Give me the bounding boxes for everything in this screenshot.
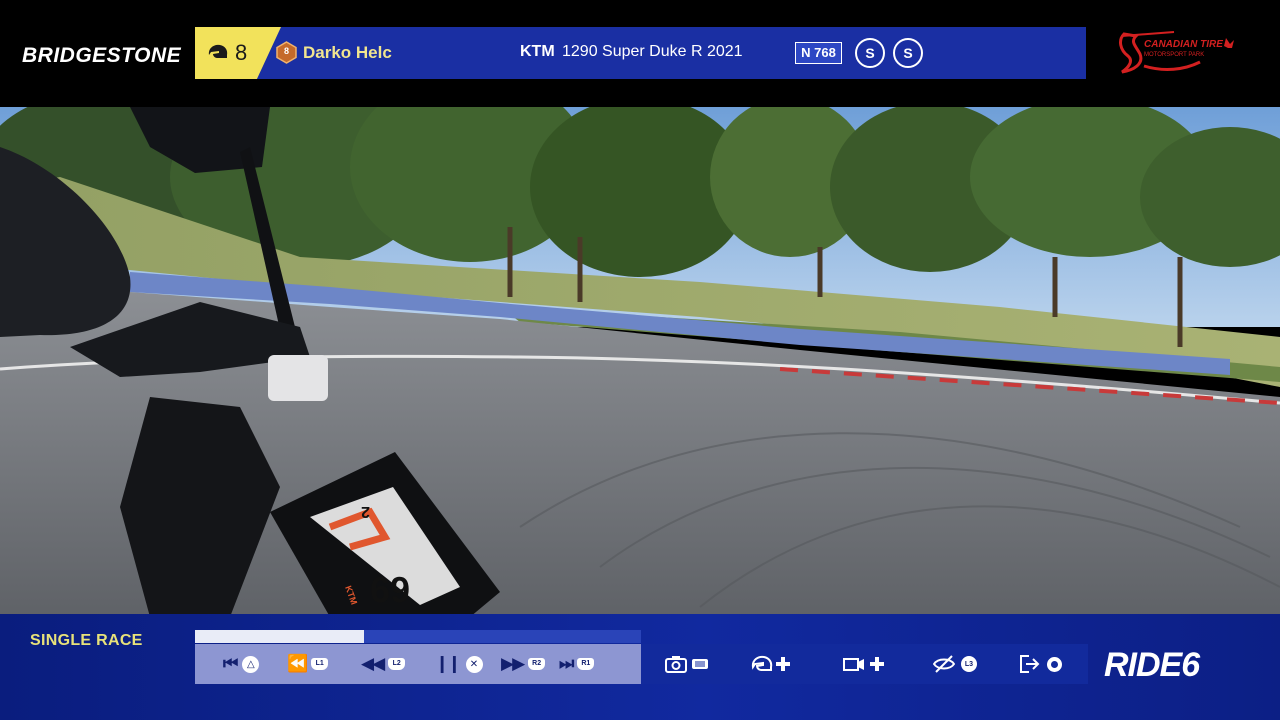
rear-tyre-badge: S	[893, 38, 923, 68]
sponsor-right-line1: CANADIAN TIRE	[1144, 39, 1223, 50]
rewind-icon: ◀◀	[361, 654, 385, 673]
replay-control-bar: SINGLE RACE ⏮ △ ⏪ L1 ◀◀ L2 ❙❙ ✕ ▶▶ R2 ⏭ …	[0, 614, 1280, 720]
skip-forward-icon: ⏭	[559, 654, 574, 673]
hide-hud-button[interactable]: L3	[933, 644, 977, 684]
touchpad-button-icon	[692, 659, 708, 669]
ride6-logo: RIDE6	[1104, 646, 1200, 685]
dashboard-speed: 69	[370, 569, 410, 610]
playback-controls: ⏮ △ ⏪ L1 ◀◀ L2 ❙❙ ✕ ▶▶ R2 ⏭ R1	[195, 644, 641, 684]
restart-button[interactable]: ⏮ △	[223, 644, 260, 684]
replay-game-view: 2 69 KTM	[0, 107, 1280, 617]
rider-info-strip: 8 8 Darko Helc KTM 1290 Super Duke R 202…	[195, 27, 1086, 79]
onboard-camera-scene: 2 69 KTM	[0, 107, 1280, 617]
replay-progress-bar[interactable]	[195, 630, 641, 643]
position-box: 8	[195, 27, 281, 79]
forward-icon: ▶▶	[501, 654, 525, 673]
camera-select-button[interactable]	[843, 644, 885, 684]
r2-button-icon: R2	[528, 658, 546, 670]
bike-model: 1290 Super Duke R 2021	[562, 43, 743, 60]
triangle-button-icon: △	[242, 655, 260, 673]
bike-brand: KTM	[520, 43, 555, 60]
dpad-button-icon	[776, 657, 790, 671]
cross-button-icon: ✕	[465, 655, 483, 673]
top-hud-bar: BRIDGESTONE 8 8 Darko Helc KTM 1290 Supe…	[0, 0, 1280, 107]
photo-mode-button[interactable]	[665, 644, 709, 684]
helmet-icon	[208, 44, 228, 58]
game-mode-label: SINGLE RACE	[30, 632, 143, 649]
replay-tools: L3	[641, 644, 1088, 684]
rider-select-button[interactable]	[751, 644, 791, 684]
bridgestone-logo: BRIDGESTONE	[22, 44, 182, 67]
sponsor-right-line2: MOTORSPORT PARK	[1144, 52, 1204, 58]
exit-replay-button[interactable]	[1019, 644, 1063, 684]
forward-button[interactable]: ▶▶ R2	[501, 644, 546, 684]
ride-logo-text: RIDE	[1104, 646, 1182, 684]
r1-button-icon: R1	[577, 658, 595, 670]
l2-button-icon: L2	[388, 658, 406, 670]
pause-button[interactable]: ❙❙ ✕	[435, 644, 483, 684]
brake-reservoir	[268, 355, 328, 401]
eye-slash-icon	[933, 655, 955, 673]
rider-name: Darko Helc	[303, 43, 392, 62]
skip-to-start-icon: ⏮	[223, 654, 238, 673]
rewind-button[interactable]: ◀◀ L2	[361, 644, 406, 684]
options-button-icon	[1047, 656, 1062, 672]
front-tyre-badge: S	[855, 38, 885, 68]
rider-number-badge: 8	[275, 41, 298, 64]
canadian-tire-motorsport-park-logo: CANADIAN TIRE MOTORSPORT PARK	[1119, 31, 1234, 74]
rider-number: 8	[283, 46, 289, 56]
race-position: 8	[235, 40, 248, 65]
dashboard-gear: 2	[361, 503, 370, 520]
dpad-button-icon	[870, 657, 884, 671]
video-camera-icon	[843, 658, 864, 671]
exit-icon	[1020, 655, 1040, 673]
camera-icon	[665, 656, 687, 673]
replay-progress-fill	[195, 630, 365, 643]
ride-logo-number: 6	[1181, 646, 1200, 684]
l3-button-icon: L3	[961, 656, 977, 672]
helmet-icon	[751, 655, 773, 671]
forward-fast-button[interactable]: ⏭ R1	[559, 644, 595, 684]
pause-icon: ❙❙	[435, 654, 461, 673]
rewind-fast-button[interactable]: ⏪ L1	[287, 644, 329, 684]
fast-rewind-icon: ⏪	[287, 654, 308, 673]
l1-button-icon: L1	[311, 658, 329, 670]
plate-number-badge: N 768	[795, 42, 842, 64]
